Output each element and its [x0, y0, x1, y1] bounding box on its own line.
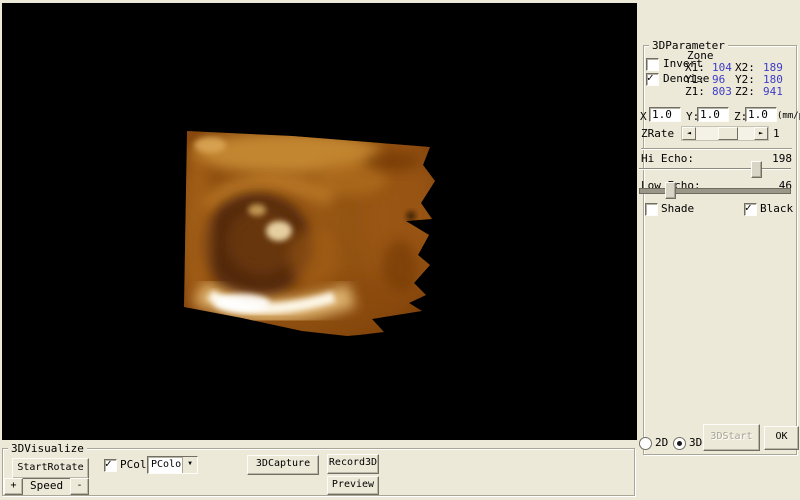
hi-echo-label: Hi Echo:	[641, 153, 694, 165]
speed-label: Speed	[30, 480, 63, 492]
zrate-left-arrow[interactable]: ◄	[682, 127, 696, 140]
mode-2d-radio[interactable]	[639, 437, 652, 450]
start-rotate-button[interactable]: StartRotate	[12, 458, 89, 479]
black-label: Black	[760, 203, 793, 215]
hi-echo-thumb[interactable]	[751, 161, 762, 178]
mode-3d-label: 3D	[689, 437, 702, 449]
low-echo-thumb[interactable]	[665, 182, 676, 199]
zrate-value: 1	[773, 128, 780, 140]
scale-unit-label: (mm/p)	[777, 110, 800, 122]
ultrasound-render	[2, 3, 637, 440]
pcolor-checkbox[interactable]: ✓	[104, 459, 117, 472]
speed-plus-button[interactable]: +	[4, 478, 23, 495]
radio-dot	[677, 441, 682, 446]
check-icon: ✓	[105, 457, 112, 470]
zrate-thumb[interactable]	[718, 127, 738, 140]
denoise-checkbox[interactable]: ✓	[646, 73, 659, 86]
ok-button[interactable]: OK	[764, 426, 799, 450]
zone-z1-label: Z1:	[685, 86, 705, 98]
y-scale-input[interactable]	[697, 107, 729, 122]
preview-button[interactable]: Preview	[327, 476, 379, 495]
z-scale-input[interactable]	[745, 107, 777, 122]
start3d-button[interactable]: 3DStart	[703, 424, 760, 451]
chevron-down-icon[interactable]: ▼	[182, 457, 197, 473]
speed-minus-button[interactable]: -	[70, 478, 89, 495]
low-echo-track[interactable]	[639, 188, 791, 194]
divider	[641, 148, 792, 150]
invert-checkbox[interactable]	[646, 58, 659, 71]
hi-echo-track[interactable]	[639, 168, 791, 170]
mode-2d-label: 2D	[655, 437, 668, 449]
zone-z1-value: 803	[712, 86, 732, 98]
zrate-scrollbar[interactable]: ◄ ►	[681, 126, 769, 141]
app-window: 3DParameter Invert ✓ Denoise Zone X1: 10…	[0, 0, 800, 500]
zrate-right-arrow[interactable]: ►	[754, 127, 768, 140]
shade-label: Shade	[661, 203, 694, 215]
shade-checkbox[interactable]	[645, 203, 658, 216]
zrate-label: ZRate	[641, 128, 674, 140]
pcolor-dropdown[interactable]: PColor ▼	[147, 456, 198, 474]
check-icon: ✓	[745, 201, 752, 214]
x-scale-input[interactable]	[649, 107, 681, 122]
zone-z2-label: Z2:	[735, 86, 755, 98]
render-viewport[interactable]	[2, 3, 637, 440]
mode-3d-radio[interactable]	[673, 437, 686, 450]
record3d-button[interactable]: Record3D	[327, 454, 379, 474]
black-checkbox[interactable]: ✓	[744, 203, 757, 216]
capture3d-button[interactable]: 3DCapture	[247, 455, 319, 475]
zone-z2-value: 941	[763, 86, 783, 98]
check-icon: ✓	[647, 71, 654, 84]
visualize-groupbox-title: 3DVisualize	[8, 442, 87, 455]
